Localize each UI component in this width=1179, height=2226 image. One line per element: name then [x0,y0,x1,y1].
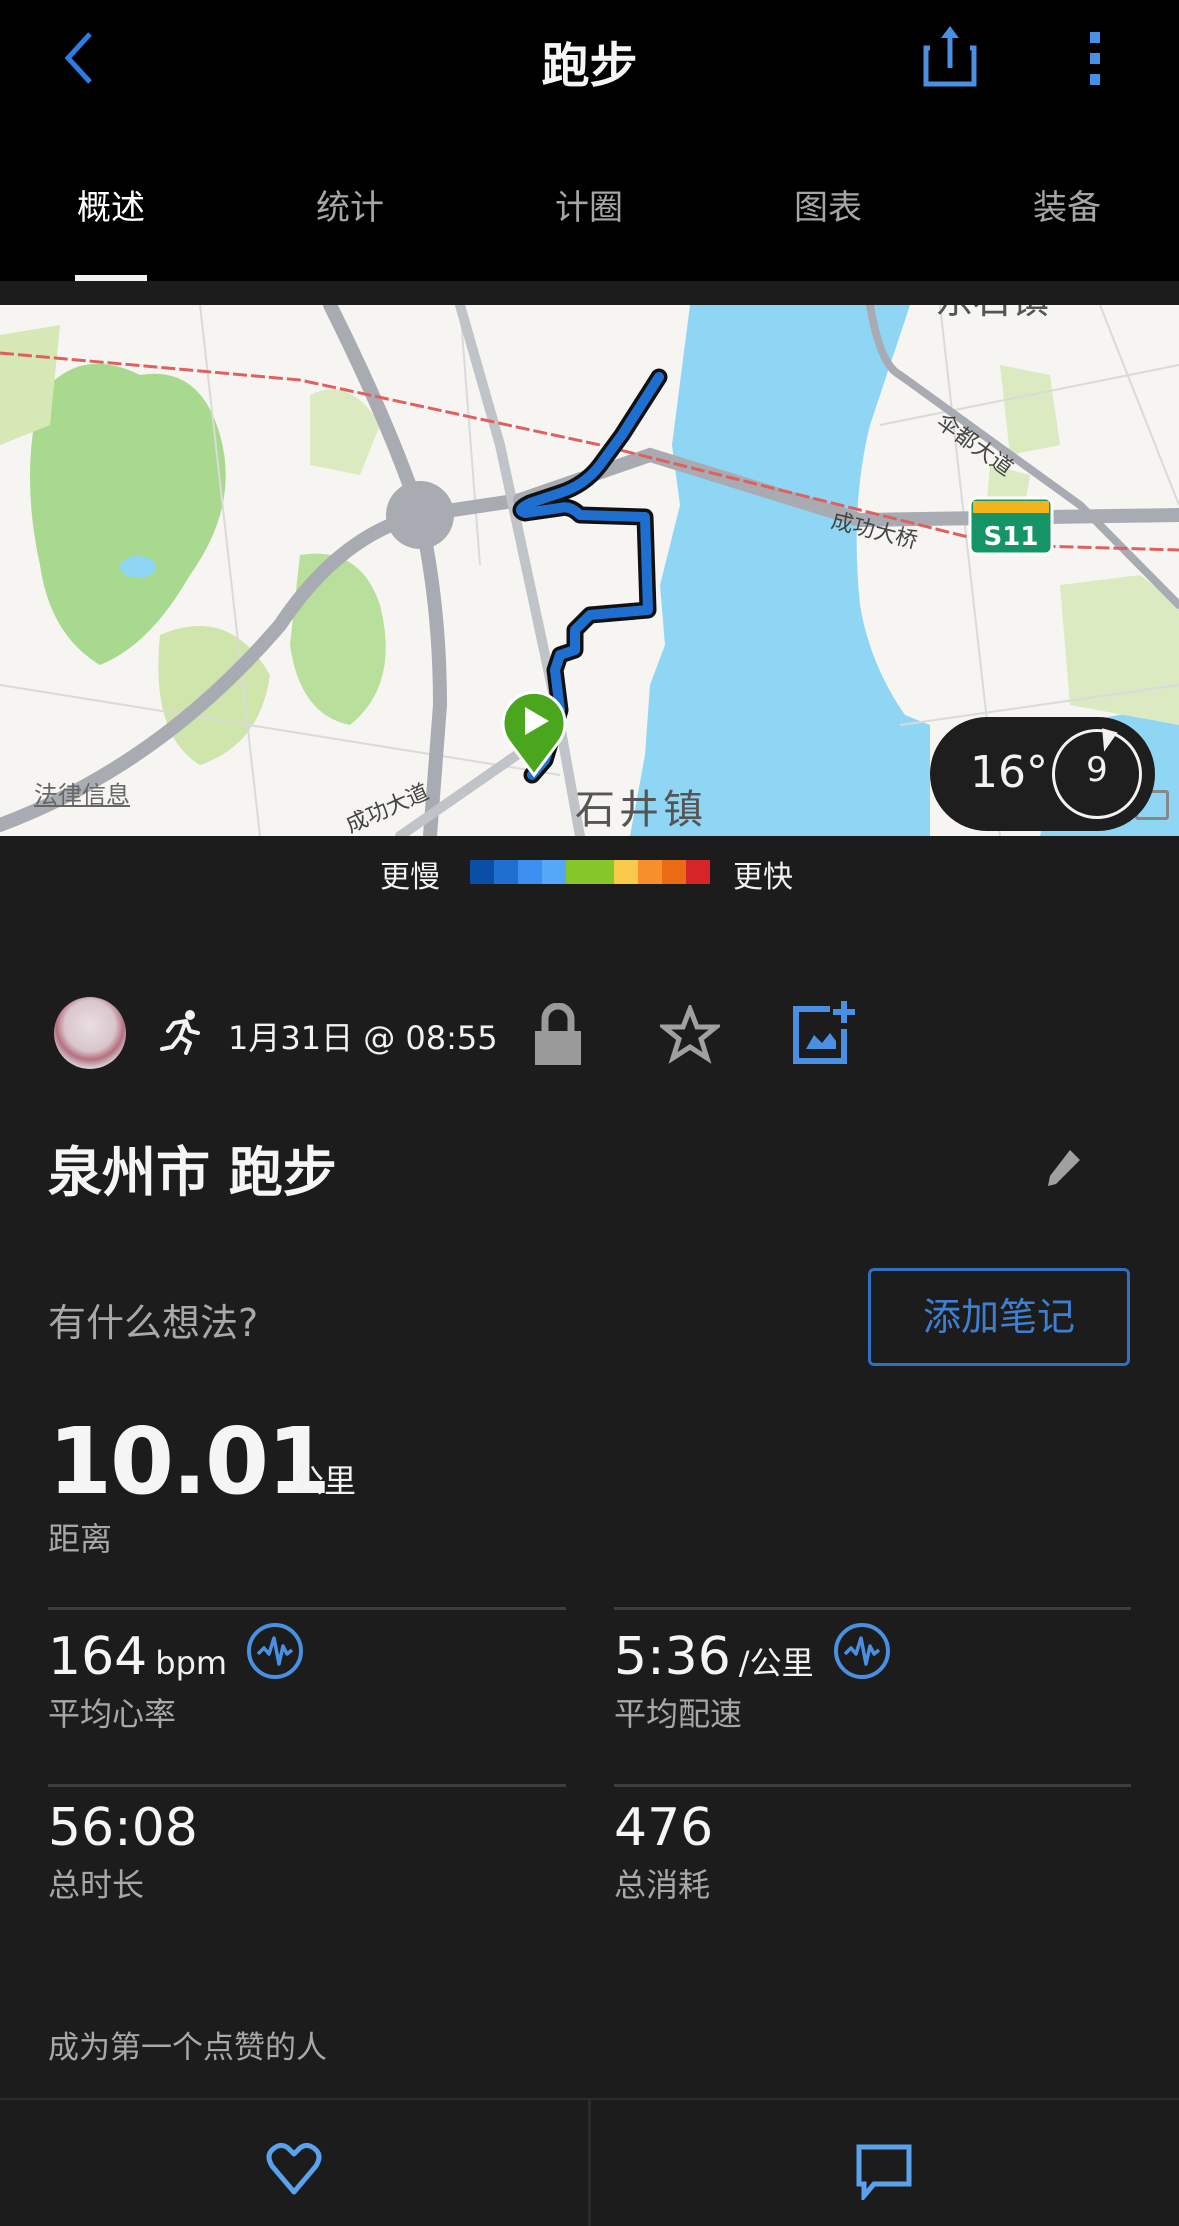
favorite-star-icon[interactable] [660,1005,720,1065]
comment-button[interactable] [591,2100,1179,2226]
divider [614,1607,1131,1610]
avg-pace-stat[interactable]: 5:36/公里 平均配速 [614,1622,891,1735]
pace-color-scale [470,860,710,884]
share-icon [923,26,977,87]
town-label: 石井镇 [575,787,707,833]
water-bay [630,305,930,836]
pace-color-segment [470,860,494,884]
calories-stat: 476 总消耗 [614,1798,713,1906]
action-bar [0,2098,1179,2226]
town-label-top: 东石镇 [935,305,1049,322]
heart-rate-chart-icon[interactable] [246,1622,304,1680]
pace-color-segment [662,860,686,884]
activity-title: 泉州市 跑步 [48,1141,337,1204]
avg-pace-value: 5:36 [614,1627,731,1687]
thoughts-prompt: 有什么想法? [48,1301,259,1345]
wind-speed: 9 [1086,750,1108,790]
lock-icon[interactable] [533,1003,583,1065]
tab-charts[interactable]: 图表 [758,180,898,229]
distance-label: 距离 [48,1520,113,1558]
duration-value: 56:08 [48,1798,198,1858]
pace-color-segment [638,860,662,884]
activity-date: 1月31日 @ 08:55 [228,1019,498,1057]
pace-color-segment [590,860,614,884]
share-button[interactable] [920,24,980,90]
page-title: 跑步 [541,38,638,94]
pace-color-segment [566,860,590,884]
pace-slow-label: 更慢 [380,860,440,895]
running-icon [160,1010,200,1055]
legal-info-link[interactable]: 法律信息 [34,775,130,810]
separator [0,281,1179,305]
divider [48,1784,566,1787]
distance-unit: 公里 [292,1462,357,1500]
pace-chart-icon[interactable] [833,1622,891,1680]
tab-stats[interactable]: 统计 [280,180,420,229]
route-map[interactable]: S11 成功大桥 伞都大道 成功大道 东石镇 法律信息 石井镇 16° 9 [0,305,1179,836]
park-area [30,363,226,665]
park-area [1000,365,1060,455]
highway-shield-s11: S11 [968,496,1054,556]
duration-label: 总时长 [48,1866,145,1904]
calories-value: 476 [614,1798,714,1858]
divider [48,1607,566,1610]
temperature: 16° [970,747,1048,798]
park-area [1060,575,1179,725]
avg-hr-value: 164 [48,1627,148,1687]
heart-icon [266,2142,322,2195]
comment-icon [856,2144,912,2200]
pace-legend: 更慢 更快 [0,836,1179,906]
top-bar: 跑步 概述 统计 计圈 图表 装备 [0,0,1179,281]
pace-color-segment [518,860,542,884]
edit-pencil-icon[interactable] [1044,1148,1082,1188]
avatar[interactable] [54,997,126,1069]
divider [614,1784,1131,1787]
more-vertical-icon [1090,32,1100,85]
wind-dial: 9 [1052,728,1142,819]
pace-color-segment [542,860,566,884]
pace-color-segment [494,860,518,884]
duration-stat: 56:08 总时长 [48,1798,198,1906]
distance-value: 10.01 [48,1408,331,1515]
add-photo-icon[interactable] [792,999,858,1065]
avg-pace-unit: /公里 [738,1644,814,1682]
park-area [290,553,386,725]
pace-color-segment [686,860,710,884]
tab-overview[interactable]: 概述 [41,180,181,229]
like-button[interactable] [0,2100,588,2226]
more-options-button[interactable] [1080,28,1110,88]
tab-laps[interactable]: 计圈 [519,180,659,229]
pace-color-segment [614,860,638,884]
pace-fast-label: 更快 [733,860,793,895]
activity-meta-row: 1月31日 @ 08:55 [0,995,1179,1075]
tab-bar: 概述 统计 计圈 图表 装备 [0,170,1179,281]
add-note-button[interactable]: 添加笔记 [868,1268,1130,1366]
avg-heart-rate-stat[interactable]: 164 bpm 平均心率 [48,1622,304,1735]
calories-label: 总消耗 [614,1866,711,1904]
avg-hr-unit: bpm [155,1644,228,1682]
svg-text:S11: S11 [984,522,1039,552]
weather-badge[interactable]: 16° 9 [930,717,1155,831]
interchange [386,481,454,549]
likes-prompt: 成为第一个点赞的人 [48,2030,327,2066]
avg-hr-label: 平均心率 [48,1695,177,1733]
tab-gear[interactable]: 装备 [997,180,1137,229]
avg-pace-label: 平均配速 [614,1695,743,1733]
